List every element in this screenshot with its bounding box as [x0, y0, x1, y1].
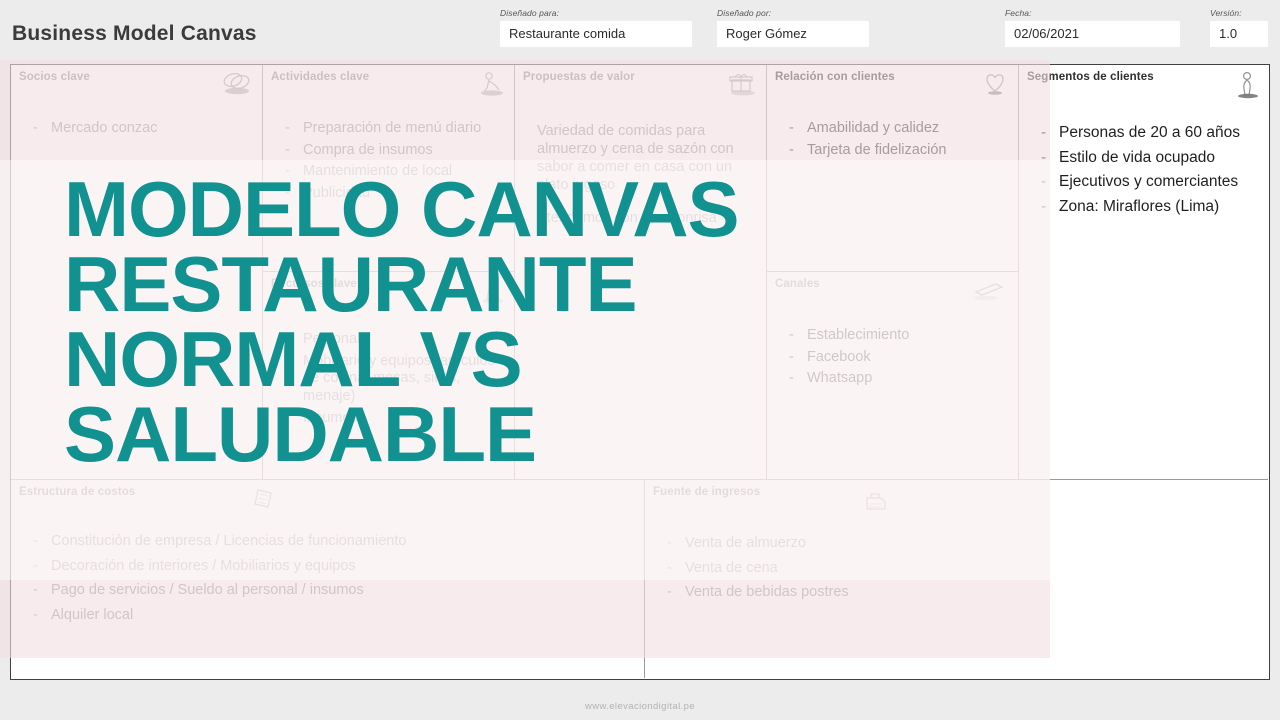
worker-icon [476, 71, 506, 102]
note-paper-icon [249, 486, 279, 519]
list-item: Estilo de vida ocupado [1041, 149, 1260, 168]
list-item: Establecimiento [789, 327, 1010, 345]
page-title: Business Model Canvas [12, 22, 257, 45]
list-item: Pago de servicios / Sueldo al personal /… [33, 582, 636, 600]
version-label: Versión: [1210, 8, 1242, 18]
pawn-piece-icon [480, 278, 506, 313]
heart-icon [980, 71, 1010, 102]
version-field: Versión: 1.0 [1210, 8, 1268, 47]
designed-for-input[interactable]: Restaurante comida [500, 21, 692, 47]
segmentos-de-clientes-title: Segmentos de clientes [1027, 71, 1154, 83]
person-icon [1234, 71, 1260, 106]
version-input[interactable]: 1.0 [1210, 21, 1268, 47]
propuestas-de-valor-text: Variedad de comidas para almuerzo y cena… [537, 122, 758, 227]
socios-clave-title: Socios clave [19, 71, 90, 83]
recursos-clave-title: Recursos clave [271, 278, 357, 290]
designed-for-field: Diseñado para: Restaurante comida [500, 8, 692, 47]
list-item: Ejecutivos y comerciantes [1041, 173, 1260, 192]
actividades-clave-list: Preparación de menú diario Compra de ins… [285, 120, 506, 203]
megaphone-icon [970, 278, 1010, 309]
list-item: Mantenimiento de local [285, 163, 506, 181]
business-model-canvas-grid: Socios clave Mercado conzac Actividades … [10, 64, 1270, 680]
list-item: Publicidad [285, 185, 506, 203]
screenshot-root: Business Model Canvas Diseñado para: Res… [0, 0, 1280, 720]
list-item: Mercado conzac [33, 120, 254, 138]
recursos-clave-list: Personal Mobiliario y equipos (artículos… [285, 331, 506, 427]
actividades-clave-title: Actividades clave [271, 71, 370, 83]
canales-list: Establecimiento Facebook Whatsapp [789, 327, 1010, 388]
list-item: Insumos [285, 410, 506, 428]
list-item: Zona: Miraflores (Lima) [1041, 198, 1260, 217]
cell-socios-clave[interactable]: Socios clave Mercado conzac [11, 65, 263, 480]
list-item: Venta de cena [667, 560, 1260, 578]
list-item: Personas de 20 a 60 años [1041, 124, 1260, 143]
list-item: Preparación de menú diario [285, 120, 506, 138]
list-item: Amabilidad y calidez [789, 120, 1010, 138]
list-item: Decoración de interiores / Mobiliarios y… [33, 558, 636, 576]
date-input[interactable]: 02/06/2021 [1005, 21, 1180, 47]
socios-clave-list: Mercado conzac [33, 120, 254, 138]
list-item: Venta de bebidas postres [667, 584, 1260, 602]
designed-for-label: Diseñado para: [500, 8, 560, 18]
estructura-de-costos-list: Constitución de empresa / Licencias de f… [33, 533, 636, 625]
cell-relacion-con-clientes[interactable]: Relación con clientes Amabilidad y calid… [767, 65, 1019, 272]
cell-recursos-clave[interactable]: Recursos clave Personal Mobiliario y equ… [263, 272, 515, 480]
cash-register-icon [859, 486, 893, 521]
designed-by-label: Diseñado por: [717, 8, 772, 18]
propuestas-de-valor-title: Propuestas de valor [523, 71, 635, 83]
cell-canales[interactable]: Canales Establecimiento Facebook Whatsap… [767, 272, 1019, 480]
cell-segmentos-de-clientes[interactable]: Segmentos de clientes Personas de 20 a 6… [1019, 65, 1268, 480]
fuente-de-ingresos-title: Fuente de ingresos [653, 486, 761, 498]
list-item: Alquiler local [33, 607, 636, 625]
list-item: Mobiliario y equipos (artículos de cocin… [285, 353, 506, 406]
cell-estructura-de-costos[interactable]: Estructura de costos Constitución de emp… [11, 480, 645, 678]
chain-links-icon [220, 71, 254, 102]
list-item: Venta de almuerzo [667, 535, 1260, 553]
segmentos-de-clientes-list: Personas de 20 a 60 años Estilo de vida … [1041, 124, 1260, 216]
cell-actividades-clave[interactable]: Actividades clave Preparación de menú di… [263, 65, 515, 272]
designed-by-field: Diseñado por: Roger Gómez [717, 8, 869, 47]
fuente-de-ingresos-list: Venta de almuerzo Venta de cena Venta de… [667, 535, 1260, 602]
list-item: Personal [285, 331, 506, 349]
relacion-con-clientes-list: Amabilidad y calidez Tarjeta de fideliza… [789, 120, 1010, 159]
estructura-de-costos-title: Estructura de costos [19, 486, 136, 498]
relacion-con-clientes-title: Relación con clientes [775, 71, 895, 83]
designed-by-input[interactable]: Roger Gómez [717, 21, 869, 47]
canales-title: Canales [775, 278, 820, 290]
cell-propuestas-de-valor[interactable]: Propuestas de valor Variedad de comidas … [515, 65, 767, 480]
footer-url: www.elevaciondigital.pe [584, 701, 696, 712]
list-item: Whatsapp [789, 370, 1010, 388]
value-paragraph: Atendemos con una sonrisa [537, 209, 717, 226]
list-item: Constitución de empresa / Licencias de f… [33, 533, 636, 551]
date-field: Fecha: 02/06/2021 [1005, 8, 1180, 47]
date-label: Fecha: [1005, 8, 1032, 18]
gift-box-icon [724, 71, 758, 104]
value-paragraph: Variedad de comidas para almuerzo y cena… [537, 123, 734, 194]
cell-fuente-de-ingresos[interactable]: Fuente de ingresos Venta de almuerzo Ven… [645, 480, 1268, 678]
list-item: Tarjeta de fidelización [789, 142, 1010, 160]
list-item: Compra de insumos [285, 142, 506, 160]
canvas-header: Business Model Canvas Diseñado para: Res… [0, 0, 1280, 62]
list-item: Facebook [789, 349, 1010, 367]
